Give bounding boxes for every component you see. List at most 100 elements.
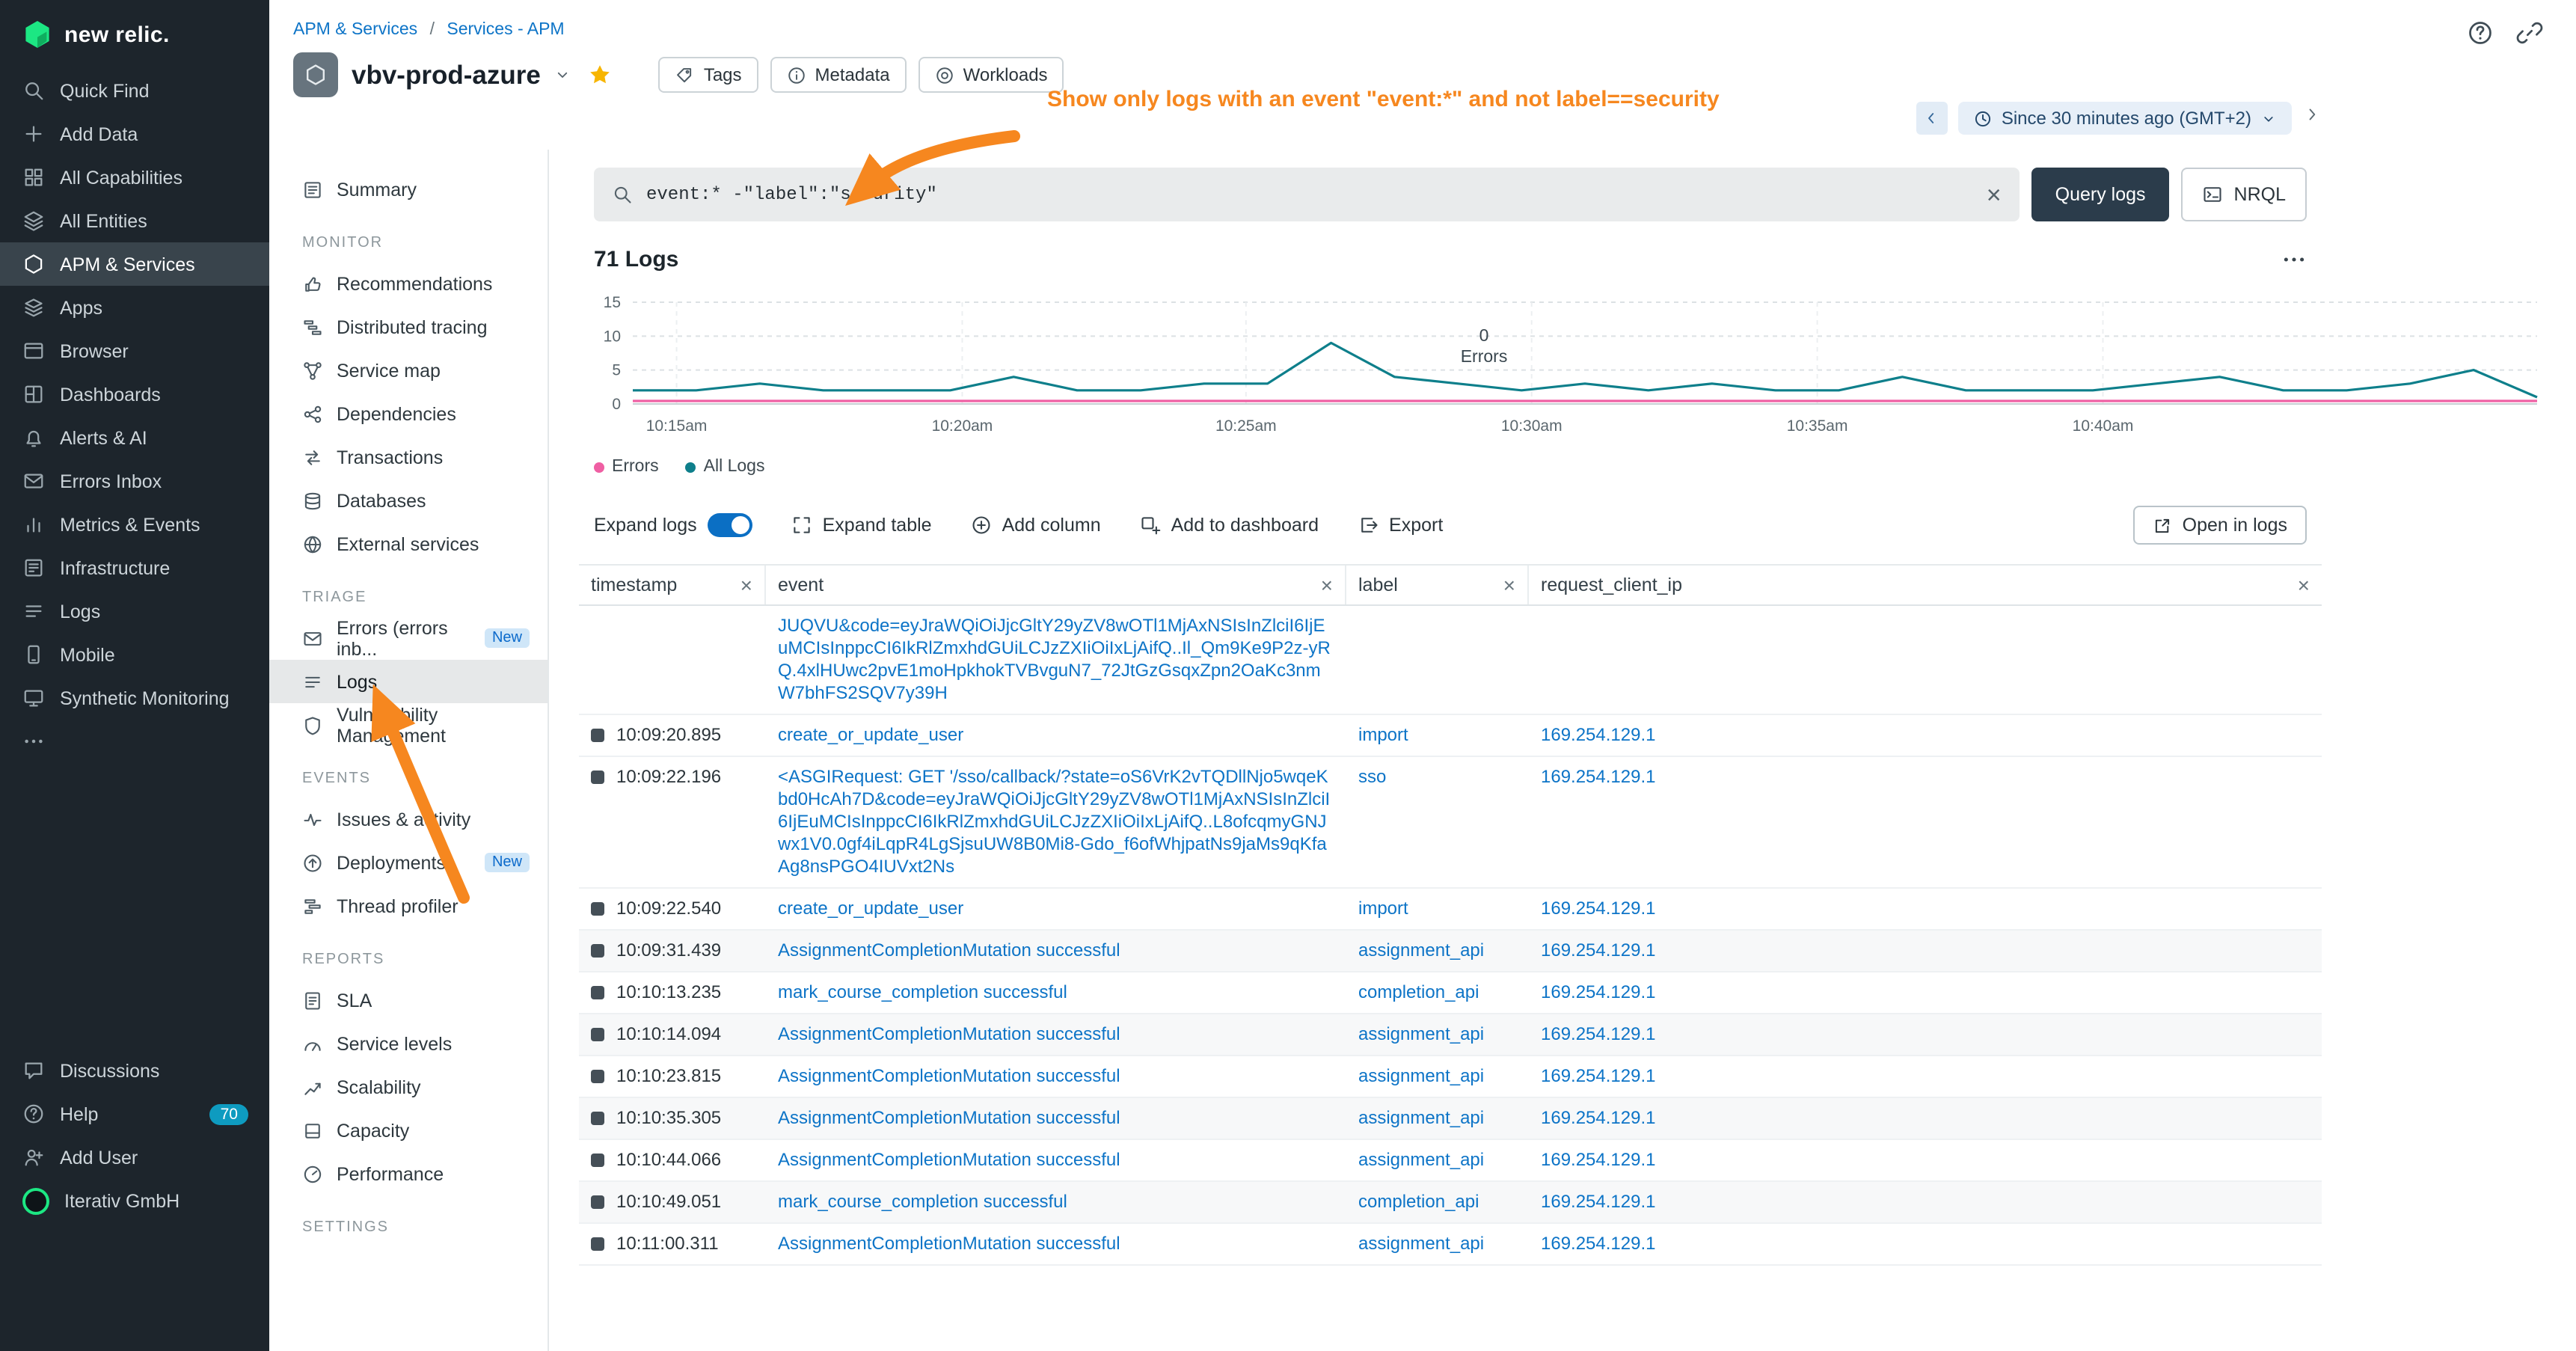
nrql-button[interactable]: NRQL [2182,168,2307,221]
nav-item-databases[interactable]: Databases [269,479,548,522]
breadcrumb-link-apm-services[interactable]: APM & Services [293,21,417,39]
sidebar-item-apm-services[interactable]: APM & Services [0,242,269,286]
label-link[interactable]: import [1358,898,1408,920]
sidebar-item-all-entities[interactable]: All Entities [0,199,269,242]
sidebar-item-logs[interactable]: Logs [0,589,269,633]
label-link[interactable]: assignment_api [1358,1065,1484,1088]
nav-item-deployments[interactable]: DeploymentsNew [269,841,548,884]
label-link[interactable]: sso [1358,766,1386,788]
log-row-handle-icon[interactable] [591,986,604,999]
sidebar-item-add-data[interactable]: Add Data [0,112,269,156]
event-link[interactable]: AssignmentCompletionMutation successful [778,940,1120,962]
log-row[interactable]: 10:10:49.051mark_course_completion succe… [579,1182,2322,1224]
sidebar-item-metrics-events[interactable]: Metrics & Events [0,503,269,546]
remove-column-icon[interactable]: × [1321,575,1333,595]
column-header-event[interactable]: event× [766,566,1346,604]
ip-link[interactable]: 169.254.129.1 [1541,724,1656,747]
sidebar-item-help[interactable]: Help70 [0,1092,269,1136]
remove-column-icon[interactable]: × [740,575,752,595]
log-row[interactable]: 10:11:00.311AssignmentCompletionMutation… [579,1224,2322,1266]
query-logs-button[interactable]: Query logs [2031,168,2170,221]
sidebar-item-infrastructure[interactable]: Infrastructure [0,546,269,589]
nav-item-thread-profiler[interactable]: Thread profiler [269,884,548,928]
logs-timeline-chart[interactable]: 05101510:15am10:20am10:25am10:30am10:35a… [594,293,2546,443]
column-header-timestamp[interactable]: timestamp× [579,566,766,604]
label-link[interactable]: completion_api [1358,981,1479,1004]
sidebar-item-apps[interactable]: Apps [0,286,269,329]
nav-item-distributed-tracing[interactable]: Distributed tracing [269,305,548,349]
label-link[interactable]: completion_api [1358,1191,1479,1213]
log-row-handle-icon[interactable] [591,729,604,742]
nav-item-dependencies[interactable]: Dependencies [269,392,548,435]
nav-item-vulnerability-management[interactable]: Vulnerability Management [269,703,548,747]
log-row-handle-icon[interactable] [591,1070,604,1083]
breadcrumb-link-services-apm[interactable]: Services - APM [447,21,564,39]
sidebar-item-mobile[interactable]: Mobile [0,633,269,676]
event-link[interactable]: <ASGIRequest: GET '/sso/callback/?state=… [778,766,1334,878]
ip-link[interactable]: 169.254.129.1 [1541,898,1656,920]
column-header-label[interactable]: label× [1346,566,1529,604]
log-row[interactable]: 10:09:22.196<ASGIRequest: GET '/sso/call… [579,757,2322,889]
sidebar-item-browser[interactable]: Browser [0,329,269,373]
nav-item-recommendations[interactable]: Recommendations [269,262,548,305]
expand-logs-control[interactable]: Expand logs [594,513,752,537]
ip-link[interactable]: 169.254.129.1 [1541,1191,1656,1213]
event-link[interactable]: AssignmentCompletionMutation successful [778,1149,1120,1171]
ip-link[interactable]: 169.254.129.1 [1541,1149,1656,1171]
log-row-handle-icon[interactable] [591,1237,604,1251]
ip-link[interactable]: 169.254.129.1 [1541,1233,1656,1255]
ip-link[interactable]: 169.254.129.1 [1541,1023,1656,1046]
entity-switcher-chevron-icon[interactable] [554,66,572,84]
event-link[interactable]: AssignmentCompletionMutation successful [778,1023,1120,1046]
label-link[interactable]: assignment_api [1358,1233,1484,1255]
ip-link[interactable]: 169.254.129.1 [1541,1065,1656,1088]
log-row-handle-icon[interactable] [591,1154,604,1167]
nav-item-issues-activity[interactable]: Issues & activity [269,797,548,841]
expand-logs-toggle[interactable] [708,513,752,537]
event-link[interactable]: JUQVU&code=eyJraWQiOiJjcGltY29yZV8wOTl1M… [778,615,1334,705]
ip-link[interactable]: 169.254.129.1 [1541,940,1656,962]
label-link[interactable]: import [1358,724,1408,747]
log-row[interactable]: 10:10:35.305AssignmentCompletionMutation… [579,1098,2322,1140]
help-circle-icon[interactable] [2467,19,2494,46]
legend-item-all-logs[interactable]: All Logs [686,458,765,476]
query-text[interactable]: event:* -"label":"security" [646,184,1973,205]
log-row[interactable]: 10:10:23.815AssignmentCompletionMutation… [579,1056,2322,1098]
ip-link[interactable]: 169.254.129.1 [1541,1107,1656,1130]
remove-column-icon[interactable]: × [1503,575,1515,595]
event-link[interactable]: AssignmentCompletionMutation successful [778,1233,1120,1255]
sidebar-item-iterativ-gmbh[interactable]: Iterativ GmbH [0,1179,269,1222]
clear-query-icon[interactable]: × [1987,182,2002,207]
nav-item-service-map[interactable]: Service map [269,349,548,392]
log-row[interactable]: 10:10:14.094AssignmentCompletionMutation… [579,1014,2322,1056]
log-row-handle-icon[interactable] [591,1112,604,1125]
column-header-request_client_ip[interactable]: request_client_ip× [1529,566,2322,604]
remove-column-icon[interactable]: × [2298,575,2310,595]
log-row-handle-icon[interactable] [591,1195,604,1209]
sidebar-item-dashboards[interactable]: Dashboards [0,373,269,416]
time-forward-button[interactable] [2302,105,2322,132]
nav-item-logs[interactable]: Logs [269,660,548,703]
sidebar-item-quick-find[interactable]: Quick Find [0,69,269,112]
add-to-dashboard-button[interactable]: Add to dashboard [1140,515,1319,536]
event-link[interactable]: create_or_update_user [778,724,963,747]
sidebar-item-more[interactable] [0,720,269,763]
new-relic-logo[interactable]: new relic. [0,0,269,69]
legend-item-errors[interactable]: Errors [594,458,659,476]
time-picker[interactable]: Since 30 minutes ago (GMT+2) [1958,102,2292,135]
nav-item-scalability[interactable]: Scalability [269,1065,548,1109]
log-row[interactable]: 10:09:31.439AssignmentCompletionMutation… [579,931,2322,972]
favorite-star-icon[interactable] [589,63,613,87]
log-row-handle-icon[interactable] [591,944,604,958]
logs-query-input[interactable]: event:* -"label":"security" × [594,168,2020,221]
sidebar-item-add-user[interactable]: Add User [0,1136,269,1179]
ip-link[interactable]: 169.254.129.1 [1541,766,1656,788]
sidebar-item-synthetic-monitoring[interactable]: Synthetic Monitoring [0,676,269,720]
metadata-button[interactable]: Metadata [770,57,907,93]
open-in-logs-button[interactable]: Open in logs [2133,506,2307,545]
tags-button[interactable]: Tags [659,57,758,93]
label-link[interactable]: assignment_api [1358,940,1484,962]
nav-item-performance[interactable]: Performance [269,1152,548,1195]
event-link[interactable]: mark_course_completion successful [778,981,1067,1004]
event-link[interactable]: AssignmentCompletionMutation successful [778,1107,1120,1130]
